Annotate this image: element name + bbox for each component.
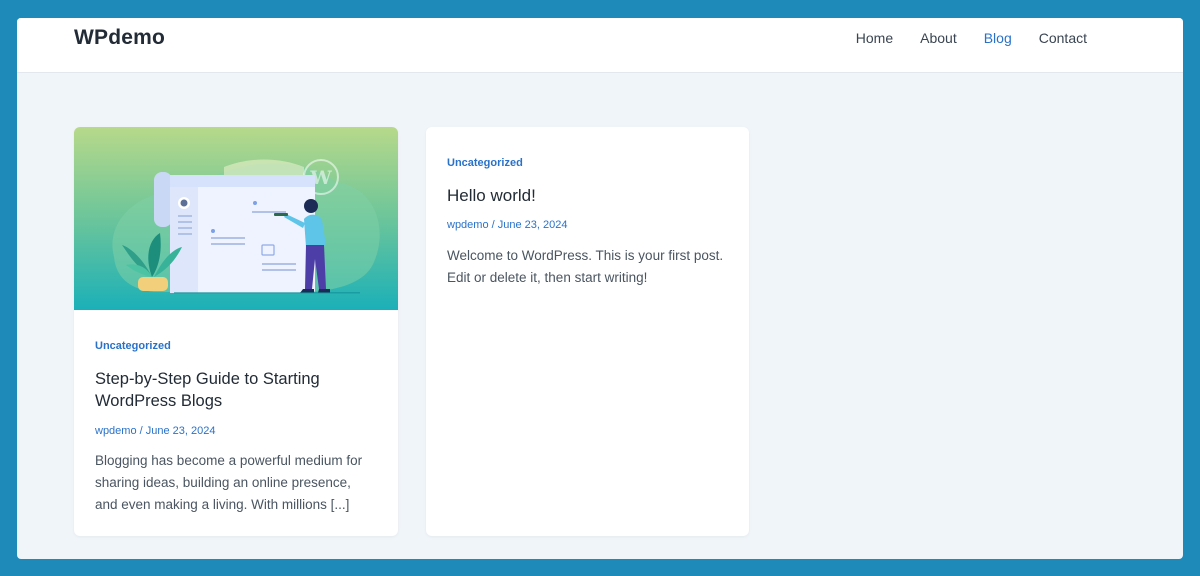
post-category-link[interactable]: Uncategorized: [447, 157, 523, 169]
post-date-link[interactable]: June 23, 2024: [498, 219, 568, 231]
nav-blog[interactable]: Blog: [984, 30, 1012, 46]
nav-home[interactable]: Home: [856, 30, 893, 46]
site-title-link[interactable]: WPdemo: [74, 26, 165, 50]
post-date-link[interactable]: June 23, 2024: [146, 425, 216, 437]
post-card-body: Uncategorized Hello world! wpdemo / June…: [426, 127, 749, 289]
post-meta: wpdemo / June 23, 2024: [95, 424, 377, 438]
post-card-1: W Uncategorized Step-by-Step Guide to St…: [74, 127, 398, 536]
post-title-link[interactable]: Step-by-Step Guide to Starting WordPress…: [95, 368, 377, 412]
post-author-link[interactable]: wpdemo: [447, 219, 489, 231]
main-navigation: Home About Blog Contact: [856, 30, 1087, 46]
post-category-link[interactable]: Uncategorized: [95, 340, 171, 352]
browser-window: WPdemo Home About Blog Contact W Uncateg…: [17, 18, 1183, 559]
nav-contact[interactable]: Contact: [1039, 30, 1087, 46]
post-author-link[interactable]: wpdemo: [95, 425, 137, 437]
nav-about[interactable]: About: [920, 30, 957, 46]
post-meta: wpdemo / June 23, 2024: [447, 218, 728, 232]
post-card-body: Uncategorized Step-by-Step Guide to Star…: [74, 310, 398, 516]
post-title-link[interactable]: Hello world!: [447, 185, 728, 207]
post-excerpt: Blogging has become a powerful medium fo…: [95, 453, 363, 512]
post-excerpt: Welcome to WordPress. This is your first…: [447, 248, 724, 285]
blog-illustration-icon[interactable]: W: [74, 127, 398, 310]
post-card-2: Uncategorized Hello world! wpdemo / June…: [426, 127, 749, 536]
site-header: WPdemo Home About Blog Contact: [17, 18, 1183, 73]
